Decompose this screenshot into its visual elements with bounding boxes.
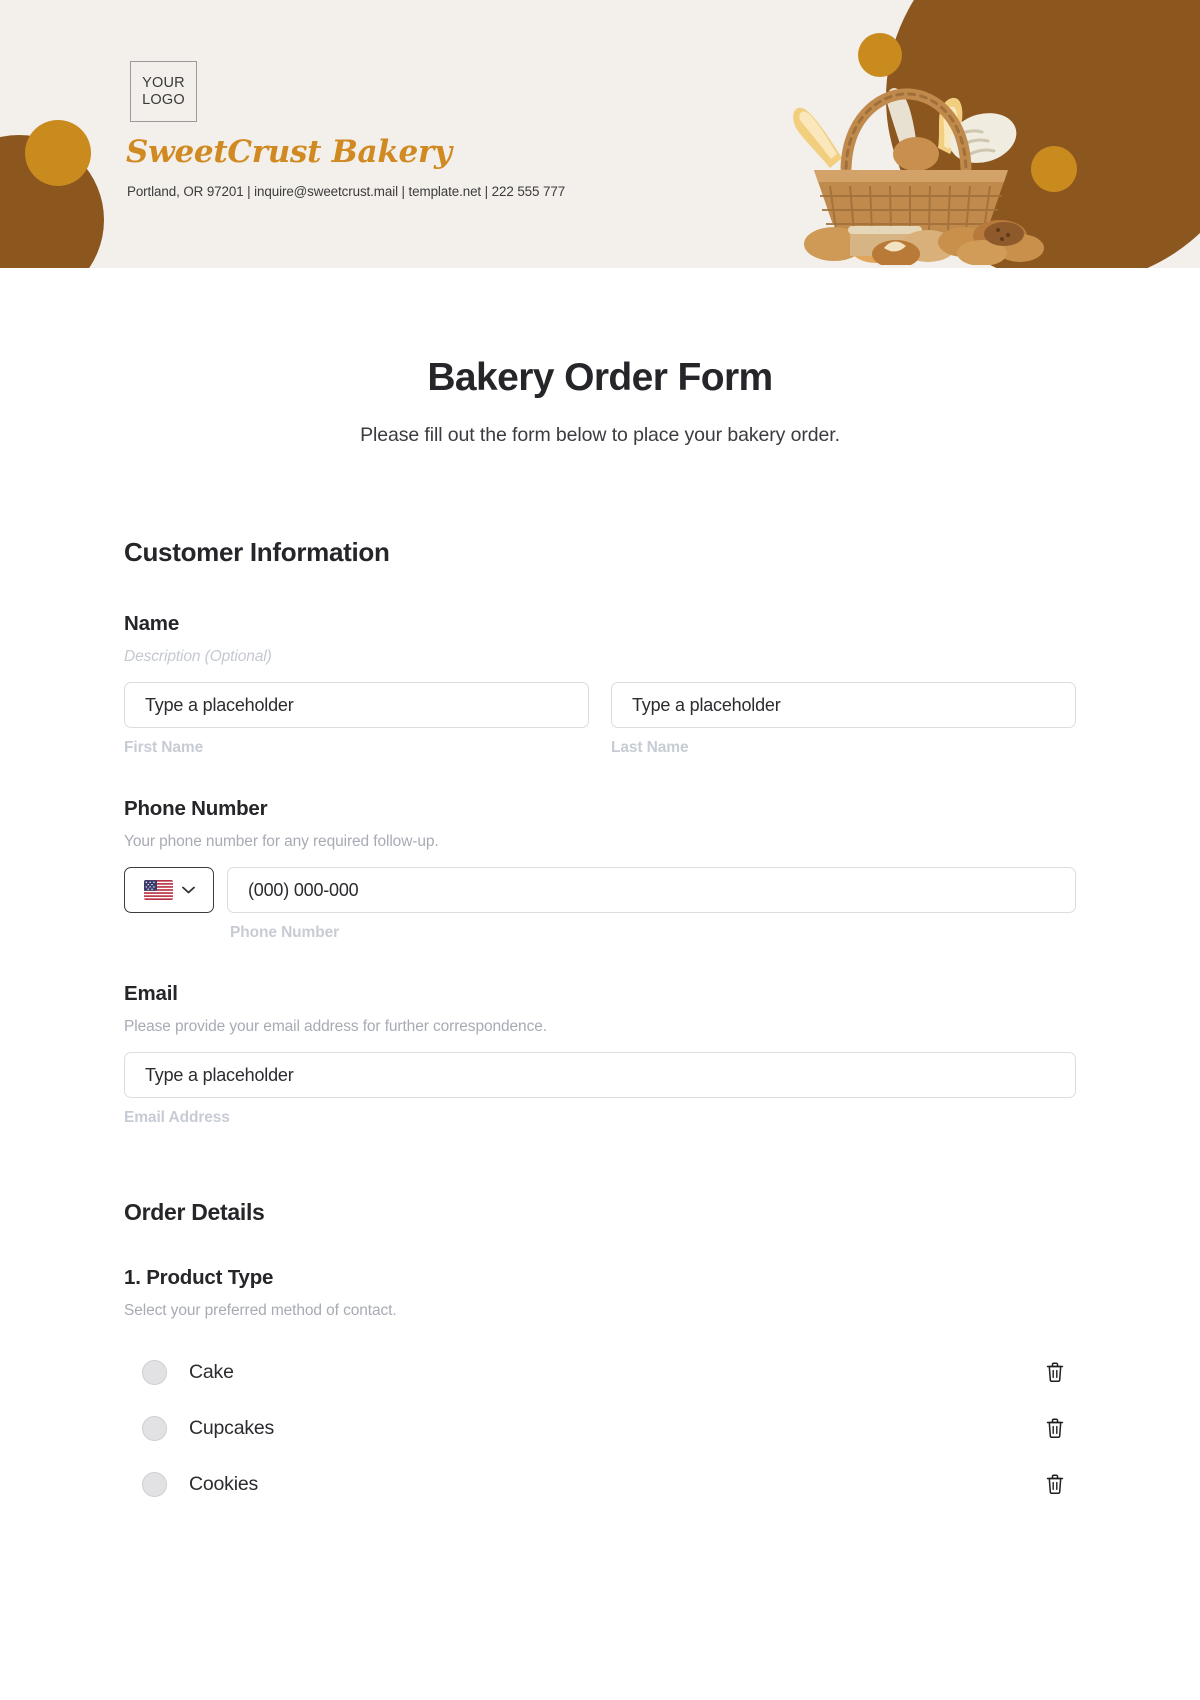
delete-option-cookies-button[interactable] <box>1042 1471 1068 1497</box>
page-title: Bakery Order Form <box>427 356 773 399</box>
first-name-sub-label: First Name <box>124 739 204 756</box>
field-description-phone-number: Your phone number for any required follo… <box>124 833 439 850</box>
section-heading-order-details: Order Details <box>124 1199 265 1225</box>
last-name-input[interactable] <box>611 682 1076 728</box>
us-flag-icon <box>143 880 173 900</box>
delete-option-cupcakes-button[interactable] <box>1042 1415 1068 1441</box>
field-label-name: Name <box>124 612 180 635</box>
field-description-email: Please provide your email address for fu… <box>124 1018 547 1035</box>
field-label-email: Email <box>124 982 178 1005</box>
phone-number-input[interactable] <box>227 867 1076 913</box>
phone-number-sub-label: Phone Number <box>230 924 340 941</box>
email-sub-label: Email Address <box>124 1109 230 1126</box>
first-name-column: First Name <box>124 682 589 757</box>
chevron-down-icon <box>181 886 195 894</box>
delete-option-cake-button[interactable] <box>1042 1359 1068 1385</box>
option-label-cookies: Cookies <box>189 1472 259 1495</box>
trash-icon <box>1046 1474 1064 1494</box>
option-row-cupcakes[interactable]: Cupcakes <box>124 1400 1076 1456</box>
radio-button-cupcakes[interactable] <box>142 1415 167 1441</box>
brand-name: SweetCrust Bakery <box>126 134 452 170</box>
decorative-blob-gold-left <box>25 120 91 186</box>
option-label-cupcakes: Cupcakes <box>189 1416 275 1439</box>
country-code-select[interactable] <box>124 867 214 913</box>
page-header: YOUR LOGO SweetCrust Bakery Portland, OR… <box>0 0 1200 268</box>
field-group-phone-number: Phone Number Your phone number for any r… <box>124 797 1076 942</box>
bread-basket-icon <box>793 87 1044 265</box>
field-label-phone-number: Phone Number <box>124 797 268 820</box>
product-type-option-list: Cake Cupcakes Cookies <box>124 1344 1076 1512</box>
radio-button-cake[interactable] <box>142 1359 167 1385</box>
phone-number-column <box>227 867 1076 913</box>
last-name-column: Last Name <box>611 682 1076 757</box>
brand-contact-line: Portland, OR 97201 | inquire@sweetcrust.… <box>127 184 566 199</box>
option-row-cake[interactable]: Cake <box>124 1344 1076 1400</box>
form-body: Bakery Order Form Please fill out the fo… <box>0 268 1200 1512</box>
option-label-cake: Cake <box>189 1360 234 1383</box>
field-description-product-type: Select your preferred method of contact. <box>124 1302 397 1319</box>
email-column: Email Address <box>124 1052 1076 1127</box>
field-label-product-type: 1. Product Type <box>124 1266 274 1289</box>
logo-line-1: YOUR <box>142 75 185 92</box>
section-heading-customer-information: Customer Information <box>124 537 390 567</box>
field-group-product-type: 1. Product Type Select your preferred me… <box>124 1266 1076 1512</box>
trash-icon <box>1046 1418 1064 1438</box>
trash-icon <box>1046 1362 1064 1382</box>
last-name-sub-label: Last Name <box>611 739 689 756</box>
page-subtitle: Please fill out the form below to place … <box>360 424 840 446</box>
field-description-name: Description (Optional) <box>124 648 272 665</box>
email-input-row: Email Address <box>124 1052 1076 1127</box>
phone-input-row <box>124 867 1076 913</box>
radio-button-cookies[interactable] <box>142 1471 167 1497</box>
title-block: Bakery Order Form Please fill out the fo… <box>124 268 1076 447</box>
first-name-input[interactable] <box>124 682 589 728</box>
logo-placeholder: YOUR LOGO <box>130 61 197 122</box>
option-row-cookies[interactable]: Cookies <box>124 1456 1076 1512</box>
field-group-name: Name Description (Optional) First Name L… <box>124 612 1076 757</box>
logo-line-2: LOGO <box>142 91 185 108</box>
name-input-row: First Name Last Name <box>124 682 1076 757</box>
field-group-email: Email Please provide your email address … <box>124 982 1076 1127</box>
email-input[interactable] <box>124 1052 1076 1098</box>
